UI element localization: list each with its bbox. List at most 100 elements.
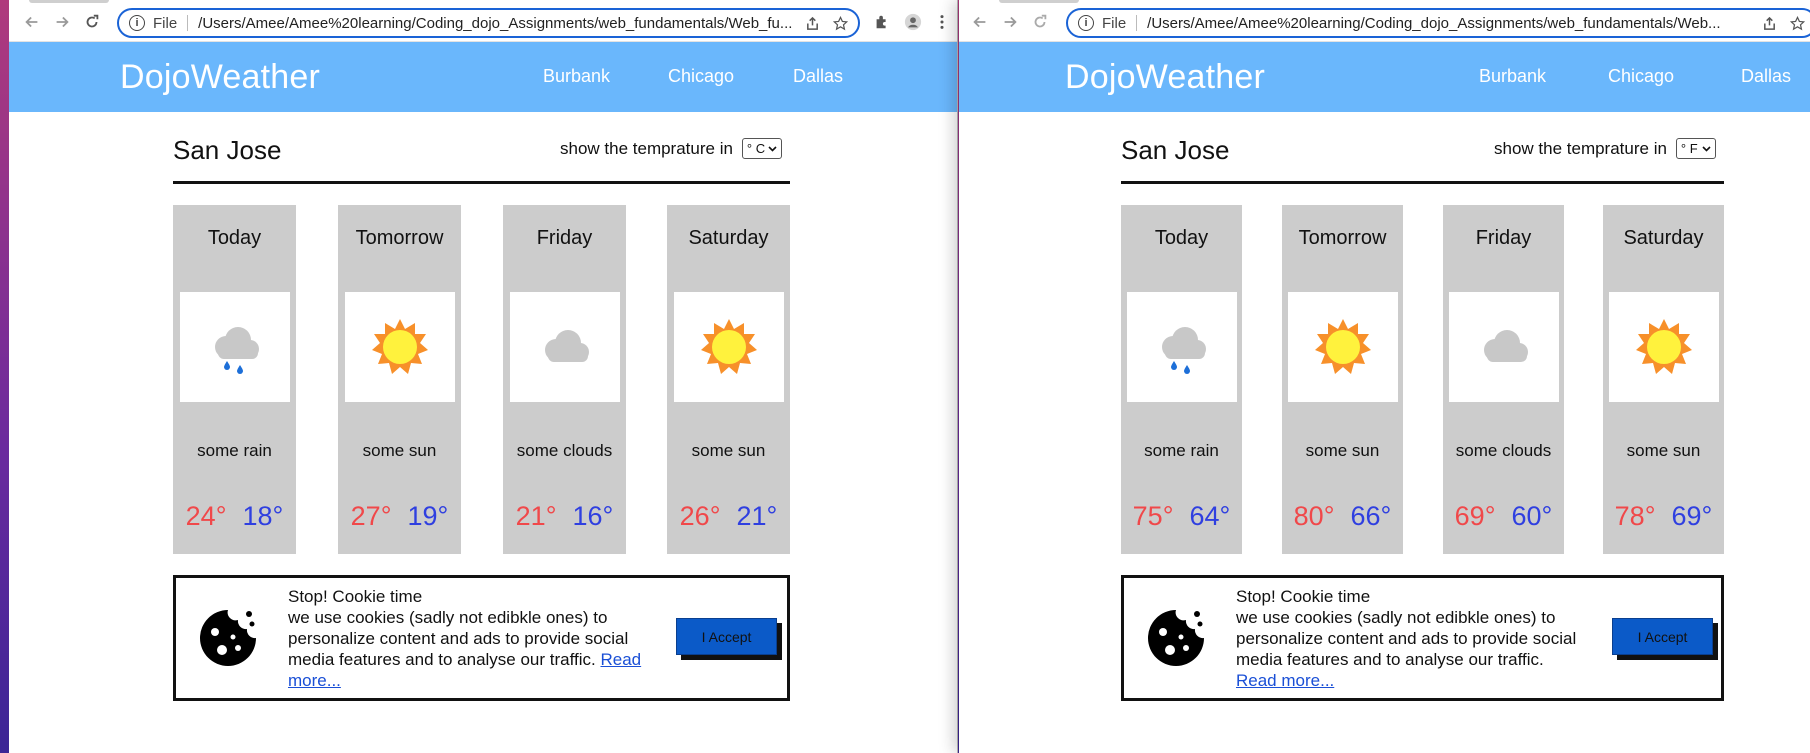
address-bar[interactable]: i File /Users/Amee/Amee%20learning/Codin… — [1066, 8, 1810, 38]
share-icon[interactable] — [1759, 13, 1779, 33]
high-temp: 21° — [515, 501, 557, 531]
share-icon[interactable] — [802, 13, 822, 33]
unit-select-value: ° C — [746, 141, 766, 156]
cookie-line: we use cookies (sadly not edibkle ones) … — [1236, 608, 1556, 627]
reload-icon[interactable] — [81, 11, 103, 33]
weather-image — [1609, 292, 1719, 402]
unit-control: show the temprature in ° F — [1494, 138, 1716, 159]
forecast-temps: 27° 19° — [338, 501, 461, 532]
accept-cookies-button[interactable]: I Accept — [1612, 618, 1713, 655]
low-temp: 69° — [1671, 501, 1713, 531]
rain-cloud-icon — [1162, 327, 1206, 374]
chevron-down-icon — [768, 145, 777, 152]
read-more-link[interactable]: Read more... — [1236, 671, 1334, 690]
nav-link-burbank[interactable]: Burbank — [1479, 66, 1546, 87]
cookie-title: Stop! Cookie time — [288, 587, 423, 606]
read-more-link-continued[interactable]: more... — [288, 671, 341, 690]
forecast-temps: 26° 21° — [667, 501, 790, 532]
weather-image — [345, 292, 455, 402]
sun-icon — [372, 319, 428, 374]
cookie-message: Stop! Cookie time we use cookies (sadly … — [288, 586, 641, 691]
weather-image — [1288, 292, 1398, 402]
sun-icon — [1636, 319, 1692, 374]
divider — [1136, 15, 1138, 31]
forecast-day: Friday — [536, 227, 593, 249]
nav-link-burbank[interactable]: Burbank — [543, 66, 610, 87]
cookie-icon — [1148, 610, 1204, 666]
forecast-temps: 24° 18° — [173, 501, 296, 532]
cookie-line: more... — [288, 670, 641, 691]
address-bar[interactable]: i File /Users/Amee/Amee%20learning/Codin… — [117, 8, 860, 38]
back-arrow-icon[interactable] — [21, 11, 43, 33]
unit-select[interactable]: ° C — [741, 138, 782, 159]
info-icon[interactable]: i — [129, 15, 145, 31]
forecast-card: Friday some clouds 21° 16° — [503, 205, 626, 554]
reload-icon[interactable] — [1029, 11, 1051, 33]
cloud-icon — [1484, 330, 1528, 362]
cloud-icon — [545, 330, 589, 362]
forecast-card: Friday some clouds 69° 60° — [1443, 205, 1564, 554]
cookie-line: media features and to analyse our traffi… — [1236, 650, 1544, 669]
forward-arrow-icon[interactable] — [999, 11, 1021, 33]
nav-link-dallas[interactable]: Dallas — [793, 66, 843, 87]
forecast-description: some sun — [691, 441, 766, 460]
chevron-down-icon — [1702, 145, 1711, 152]
cookie-message: Stop! Cookie time we use cookies (sadly … — [1236, 586, 1576, 691]
forecast-temps: 21° 16° — [503, 501, 626, 532]
forward-arrow-icon[interactable] — [51, 11, 73, 33]
low-temp: 16° — [572, 501, 614, 531]
forecast-card: Tomorrow some sun 27° 19° — [338, 205, 461, 554]
browser-window-left: i File /Users/Amee/Amee%20learning/Codin… — [9, 0, 958, 753]
forecast-temps: 75° 64° — [1121, 501, 1242, 532]
unit-select-value: ° F — [1680, 141, 1698, 156]
kebab-menu-icon[interactable] — [931, 11, 953, 33]
forecast-description: some sun — [362, 441, 437, 460]
header-divider — [1121, 181, 1724, 184]
browser-toolbar: i File /Users/Amee/Amee%20learning/Codin… — [959, 0, 1810, 42]
cookie-banner: Stop! Cookie time we use cookies (sadly … — [173, 575, 790, 701]
weather-image — [180, 292, 290, 402]
forecast-card: Today some rain 75° 64° — [1121, 205, 1242, 554]
cookie-line-text: media features and to analyse our traffi… — [288, 650, 596, 669]
url-scheme: File — [1102, 14, 1127, 32]
city-heading: San Jose — [173, 135, 282, 165]
high-temp: 24° — [185, 501, 227, 531]
cookie-title: Stop! Cookie time — [1236, 587, 1371, 606]
brand-logo-text[interactable]: DojoWeather — [120, 58, 320, 97]
info-icon[interactable]: i — [1078, 15, 1094, 31]
forecast-day: Saturday — [688, 227, 769, 249]
high-temp: 27° — [350, 501, 392, 531]
nav-link-chicago[interactable]: Chicago — [668, 66, 734, 87]
divider — [187, 15, 189, 31]
forecast-description: some sun — [1305, 441, 1380, 460]
url-scheme: File — [153, 14, 178, 32]
weather-image — [674, 292, 784, 402]
read-more-link[interactable]: Read — [601, 650, 642, 669]
brand-logo-text[interactable]: DojoWeather — [1065, 58, 1265, 97]
high-temp: 80° — [1293, 501, 1335, 531]
low-temp: 18° — [242, 501, 284, 531]
unit-select[interactable]: ° F — [1675, 138, 1716, 159]
high-temp: 78° — [1614, 501, 1656, 531]
low-temp: 64° — [1189, 501, 1231, 531]
bookmark-star-icon[interactable] — [830, 13, 850, 33]
back-arrow-icon[interactable] — [969, 11, 991, 33]
nav-link-chicago[interactable]: Chicago — [1608, 66, 1674, 87]
high-temp: 69° — [1454, 501, 1496, 531]
forecast-day: Today — [1154, 227, 1209, 249]
unit-prompt-label: show the temprature in — [560, 138, 733, 158]
profile-avatar-icon[interactable] — [902, 11, 924, 33]
forecast-day: Tomorrow — [355, 227, 444, 249]
forecast-day: Today — [207, 227, 262, 249]
accept-cookies-button[interactable]: I Accept — [676, 618, 777, 655]
forecast-description: some rain — [1144, 441, 1219, 460]
rain-cloud-icon — [215, 327, 259, 374]
low-temp: 21° — [736, 501, 778, 531]
city-heading: San Jose — [1121, 135, 1230, 165]
cookie-line: Read more... — [1236, 670, 1576, 691]
forecast-temps: 78° 69° — [1603, 501, 1724, 532]
forecast-description: some sun — [1626, 441, 1701, 460]
bookmark-star-icon[interactable] — [1787, 13, 1807, 33]
nav-link-dallas[interactable]: Dallas — [1741, 66, 1791, 87]
extensions-puzzle-icon[interactable] — [871, 11, 893, 33]
